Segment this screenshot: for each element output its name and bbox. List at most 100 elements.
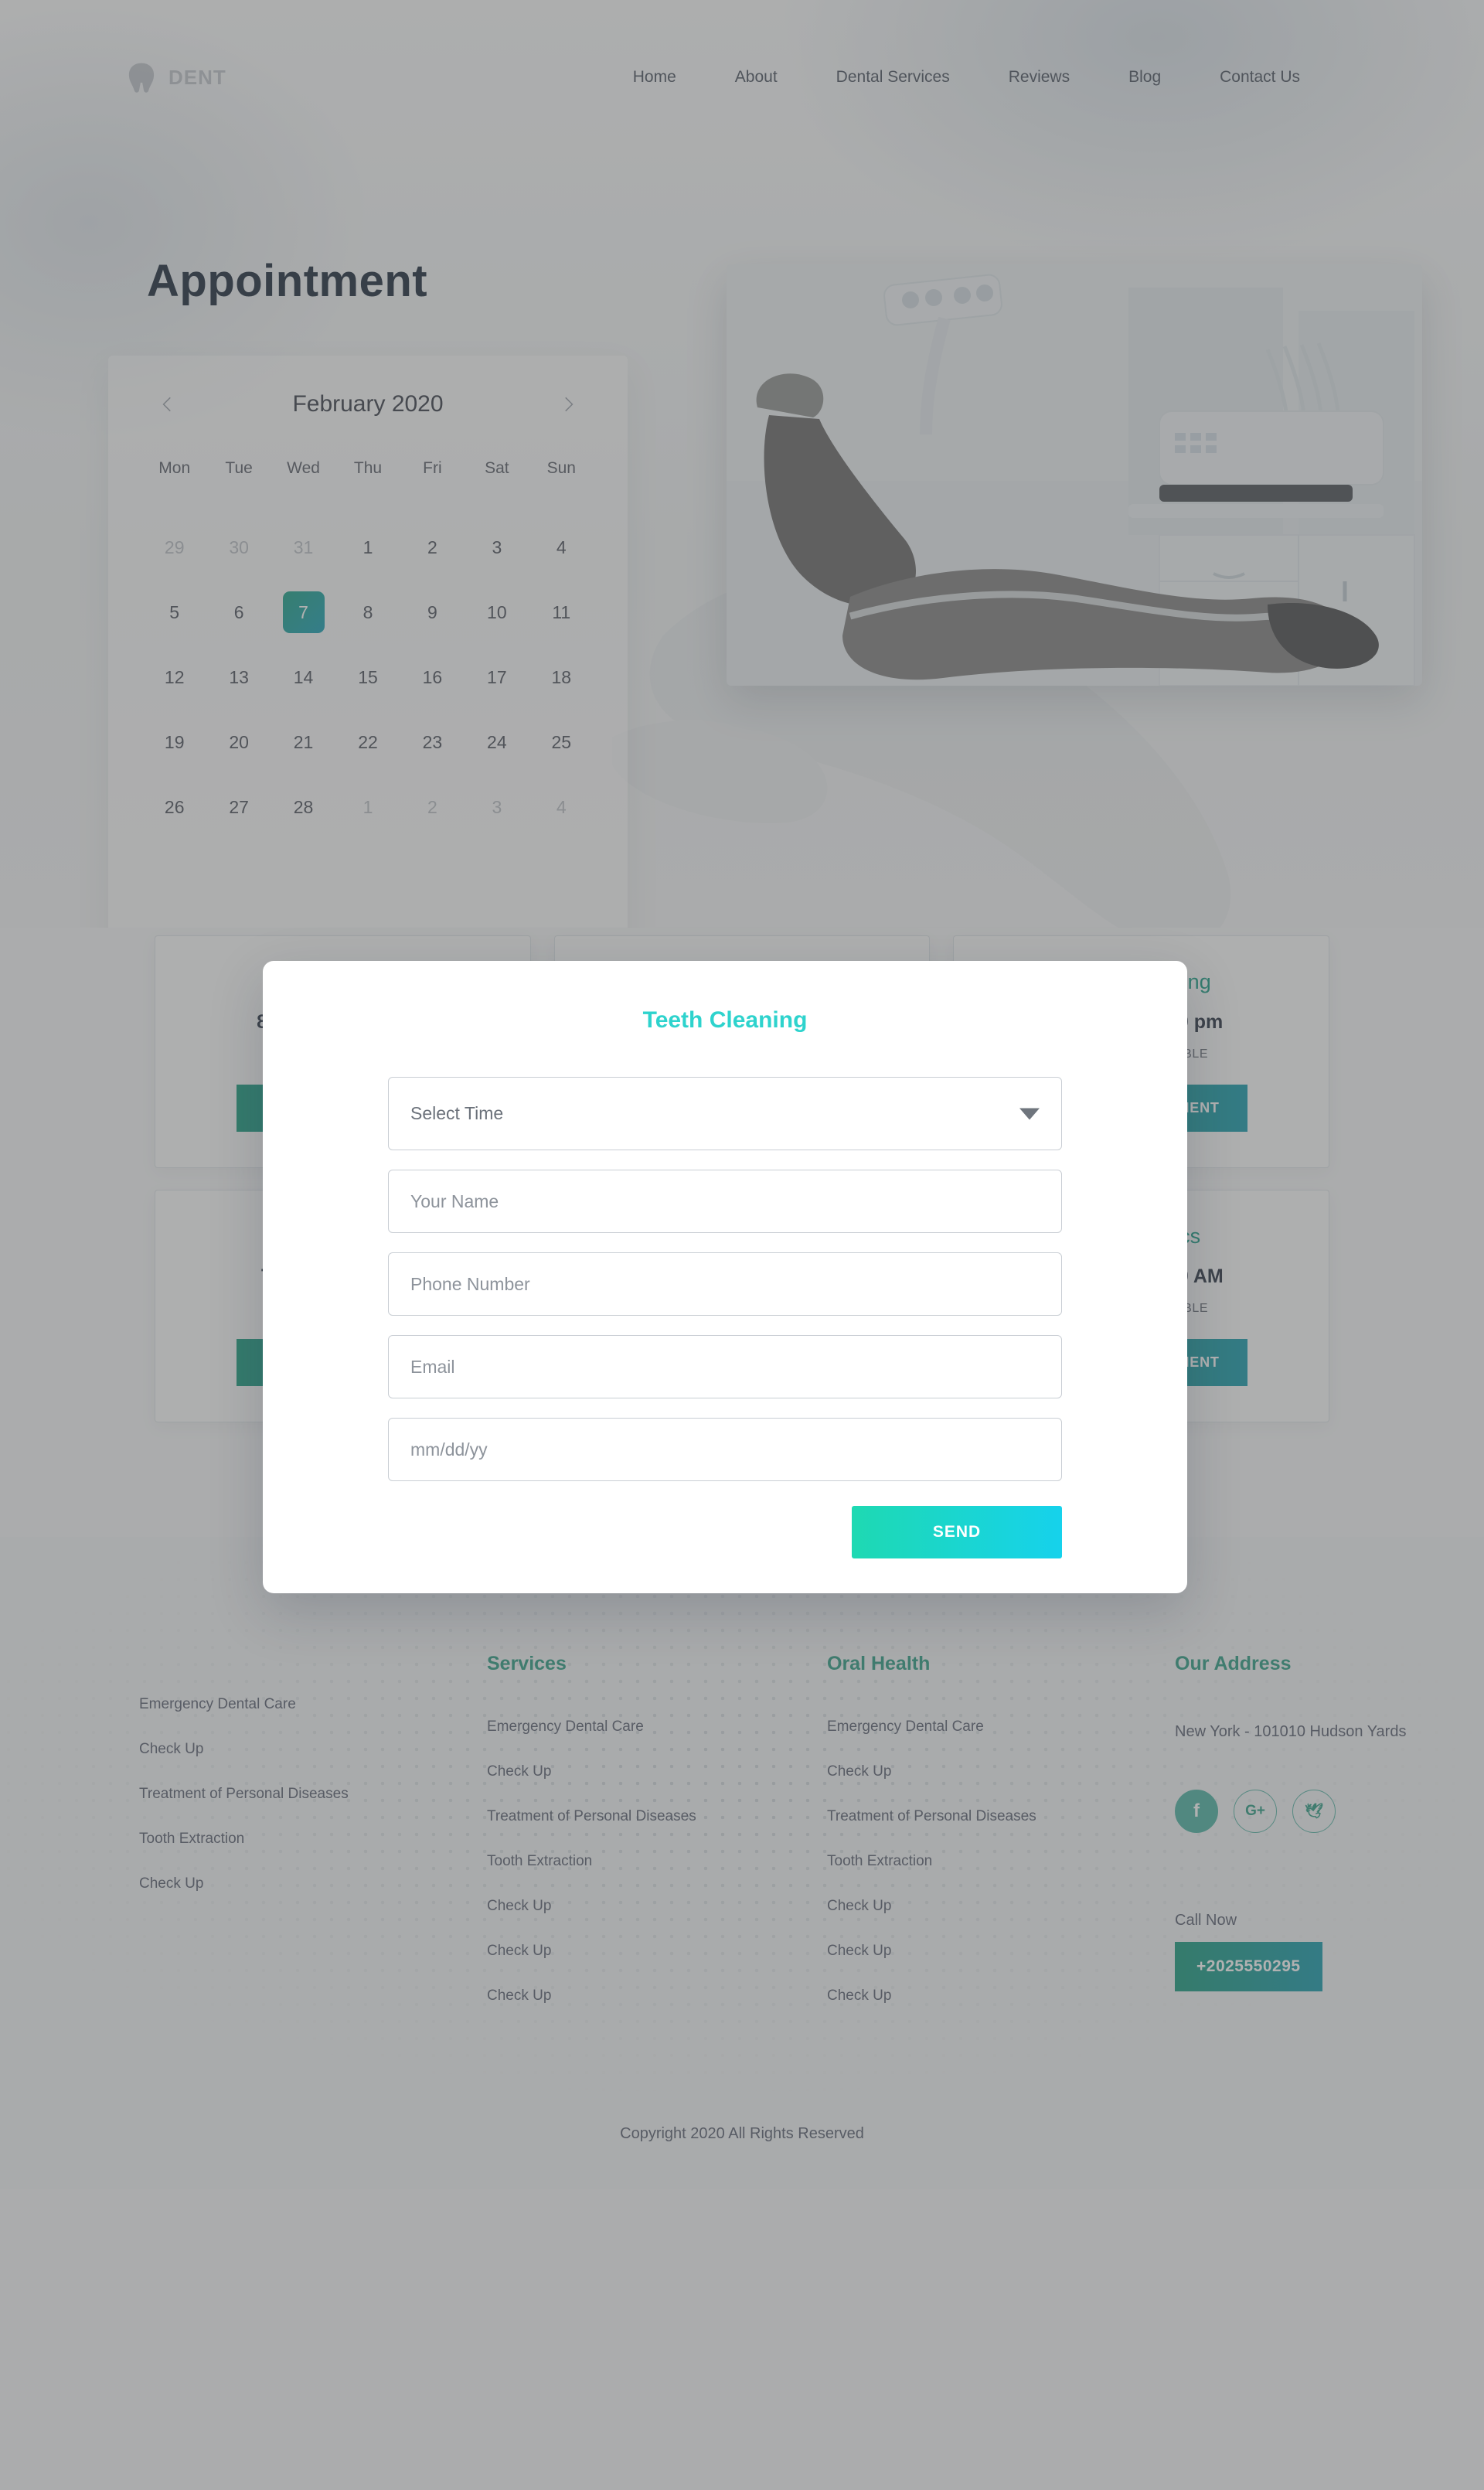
nav-item-dental-services[interactable]: Dental Services <box>807 68 979 87</box>
call-now-label: Call Now <box>1175 1912 1237 1929</box>
calendar-day[interactable]: 31 <box>271 515 335 580</box>
hero-section: DENT Home About Dental Services Reviews … <box>0 0 1484 928</box>
phone-field-wrapper <box>388 1252 1062 1316</box>
nav-item-contact-us[interactable]: Contact Us <box>1190 68 1329 87</box>
main-navigation: DENT Home About Dental Services Reviews … <box>93 46 1391 108</box>
footer-column-primary: Emergency Dental Care Check Up Treatment o… <box>139 1653 487 2032</box>
calendar-day[interactable]: 17 <box>465 645 529 710</box>
footer-column-services: Services Emergency Dental Care Check Up Tr… <box>487 1653 827 2032</box>
calendar-weekday: Fri <box>423 459 442 477</box>
calendar-day[interactable]: 18 <box>529 645 594 710</box>
calendar-day[interactable]: 30 <box>206 515 271 580</box>
nav-item-reviews[interactable]: Reviews <box>979 68 1099 87</box>
calendar-day[interactable]: 20 <box>206 710 271 775</box>
footer-link[interactable]: Check Up <box>487 1763 827 1780</box>
nav-item-about[interactable]: About <box>706 68 807 87</box>
footer-link[interactable]: Treatment of Personal Diseases <box>487 1808 827 1825</box>
footer-link[interactable]: Tooth Extraction <box>827 1853 1175 1870</box>
calendar-day[interactable]: 2 <box>400 775 465 840</box>
email-field-wrapper <box>388 1335 1062 1398</box>
calendar-day[interactable]: 21 <box>271 710 335 775</box>
footer-link[interactable]: Check Up <box>827 1988 1175 2005</box>
footer-link[interactable]: Emergency Dental Care <box>139 1696 487 1713</box>
footer-link[interactable]: Check Up <box>139 1875 487 1892</box>
chevron-left-icon[interactable] <box>158 394 178 414</box>
site-logo[interactable]: DENT <box>93 60 226 95</box>
calendar-day-grid[interactable]: 29 30 31 1 2 3 4 5 6 7 8 9 10 11 12 13 14 15 16 17 18 19 20 21 2… <box>142 515 594 840</box>
calendar-weekday: Tue <box>225 459 253 477</box>
calendar-day[interactable]: 3 <box>465 515 529 580</box>
footer-link[interactable]: Check Up <box>139 1741 487 1758</box>
calendar-day[interactable]: 27 <box>206 775 271 840</box>
chevron-down-icon[interactable] <box>1019 1108 1040 1119</box>
email-input[interactable] <box>410 1356 1040 1378</box>
footer-link[interactable]: Check Up <box>827 1898 1175 1915</box>
footer-link[interactable]: Check Up <box>827 1943 1175 1960</box>
site-logo-text: DENT <box>168 65 226 89</box>
footer-link[interactable]: Check Up <box>827 1763 1175 1780</box>
chevron-right-icon[interactable] <box>558 394 578 414</box>
footer-heading-services: Services <box>487 1653 567 1674</box>
date-input[interactable] <box>410 1439 1040 1460</box>
select-time-dropdown[interactable]: Select Time <box>388 1077 1062 1150</box>
google-plus-icon[interactable]: G+ <box>1234 1790 1277 1833</box>
calendar-widget: February 2020 Mon Tue Wed Thu Fri Sat Sun 29 30… <box>108 356 628 928</box>
calendar-day[interactable]: 11 <box>529 580 594 645</box>
send-button[interactable]: SEND <box>852 1506 1062 1558</box>
calendar-weekday: Thu <box>353 459 383 477</box>
calendar-weekday-row: Mon Tue Wed Thu Fri Sat Sun <box>142 459 594 515</box>
footer-link[interactable]: Emergency Dental Care <box>487 1718 827 1736</box>
social-links: f G+ 🕊 <box>1175 1790 1484 1833</box>
calendar-day[interactable]: 5 <box>142 580 206 645</box>
hero-inner: DENT Home About Dental Services Reviews … <box>93 0 1391 307</box>
booking-modal: Teeth Cleaning Select Time SEND <box>263 961 1187 1593</box>
footer-link[interactable]: Emergency Dental Care <box>827 1718 1175 1736</box>
calendar-day[interactable]: 16 <box>400 645 465 710</box>
calendar-day[interactable]: 26 <box>142 775 206 840</box>
calendar-day[interactable]: 15 <box>335 645 400 710</box>
calendar-weekday: Sun <box>546 459 576 477</box>
calendar-day[interactable]: 22 <box>335 710 400 775</box>
copyright-text: Copyright 2020 All Rights Reserved <box>620 2125 864 2142</box>
calendar-day[interactable]: 28 <box>271 775 335 840</box>
footer-link-list: Emergency Dental Care Check Up Treatment o… <box>827 1718 1175 2005</box>
calendar-day[interactable]: 1 <box>335 775 400 840</box>
footer-link[interactable]: Treatment of Personal Diseases <box>139 1786 487 1803</box>
calendar-day[interactable]: 14 <box>271 645 335 710</box>
calendar-day[interactable]: 29 <box>142 515 206 580</box>
phone-button[interactable]: +2025550295 <box>1175 1942 1322 1991</box>
footer-address-text: New York - 101010 Hudson Yards <box>1175 1723 1407 1740</box>
twitter-icon[interactable]: 🕊 <box>1292 1790 1336 1833</box>
calendar-day[interactable]: 3 <box>465 775 529 840</box>
calendar-day[interactable]: 2 <box>400 515 465 580</box>
calendar-day[interactable]: 12 <box>142 645 206 710</box>
calendar-day[interactable]: 4 <box>529 775 594 840</box>
calendar-day[interactable]: 8 <box>335 580 400 645</box>
footer-link[interactable]: Tooth Extraction <box>139 1831 487 1848</box>
footer-link[interactable]: Check Up <box>487 1988 827 2005</box>
footer-heading-oral-health: Oral Health <box>827 1653 931 1674</box>
phone-input[interactable] <box>410 1273 1040 1295</box>
dental-chair-illustration <box>727 264 1422 686</box>
name-input[interactable] <box>410 1190 1040 1212</box>
calendar-day[interactable]: 23 <box>400 710 465 775</box>
calendar-day[interactable]: 25 <box>529 710 594 775</box>
calendar-day[interactable]: 1 <box>335 515 400 580</box>
nav-item-home[interactable]: Home <box>604 68 706 87</box>
footer-link[interactable]: Treatment of Personal Diseases <box>827 1808 1175 1825</box>
calendar-day[interactable]: 19 <box>142 710 206 775</box>
modal-title: Teeth Cleaning <box>642 1007 808 1033</box>
calendar-day-selected[interactable]: 7 <box>271 580 335 645</box>
dental-office-photo <box>727 264 1422 686</box>
footer-link[interactable]: Check Up <box>487 1898 827 1915</box>
calendar-day[interactable]: 9 <box>400 580 465 645</box>
footer-link[interactable]: Check Up <box>487 1943 827 1960</box>
calendar-day[interactable]: 13 <box>206 645 271 710</box>
footer-link[interactable]: Tooth Extraction <box>487 1853 827 1870</box>
calendar-day[interactable]: 4 <box>529 515 594 580</box>
facebook-icon[interactable]: f <box>1175 1790 1218 1833</box>
calendar-day[interactable]: 10 <box>465 580 529 645</box>
calendar-day[interactable]: 24 <box>465 710 529 775</box>
calendar-day[interactable]: 6 <box>206 580 271 645</box>
nav-item-blog[interactable]: Blog <box>1099 68 1190 87</box>
